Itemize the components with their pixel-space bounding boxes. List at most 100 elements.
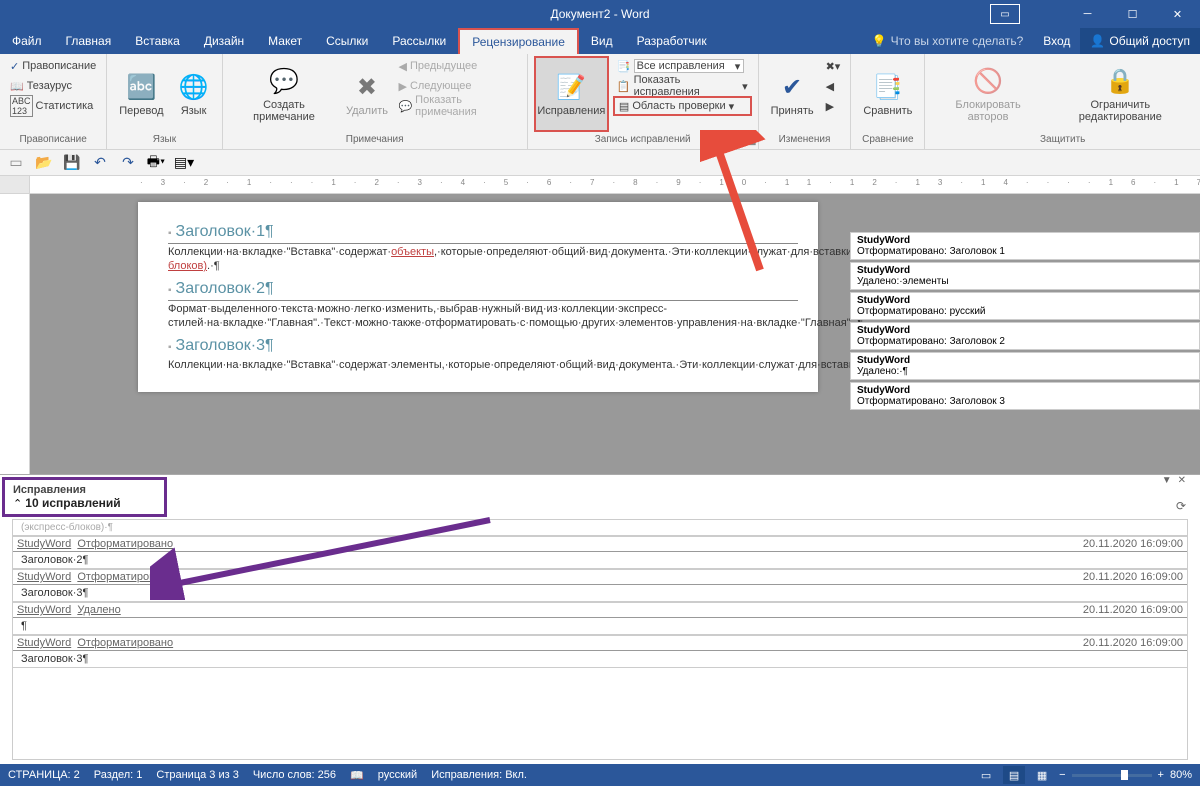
revision-content: Заголовок·3¶ <box>13 651 1187 668</box>
quickprint-icon[interactable]: 🖶▾ <box>146 153 166 173</box>
next-change-icon: ▶ <box>826 100 834 113</box>
tab-mailings[interactable]: Рассылки <box>380 28 458 54</box>
tell-me[interactable]: 💡Что вы хотите сделать? <box>862 34 1034 48</box>
translate-button[interactable]: 🔤 Перевод <box>113 56 169 132</box>
zoom-in-icon[interactable]: + <box>1158 769 1164 781</box>
status-pageof[interactable]: Страница 3 из 3 <box>156 769 238 781</box>
pane-dropdown-icon[interactable]: ▼ <box>1162 475 1172 486</box>
status-section[interactable]: Раздел: 1 <box>94 769 143 781</box>
balloon[interactable]: StudyWordОтформатировано: русский <box>850 292 1200 320</box>
new-doc-icon[interactable]: ▭ <box>6 153 26 173</box>
check-abc-icon: ✓ <box>10 60 19 73</box>
vertical-ruler[interactable] <box>0 194 30 474</box>
undo-icon[interactable]: ↶ <box>90 153 110 173</box>
show-markup-button[interactable]: 📋Показать исправления▾ <box>613 76 752 96</box>
tab-design[interactable]: Дизайн <box>192 28 256 54</box>
balloon[interactable]: StudyWordОтформатировано: Заголовок 3 <box>850 382 1200 410</box>
proof-icon[interactable]: 📖 <box>350 769 364 782</box>
pane-close-icon[interactable]: ✕ <box>1178 475 1186 486</box>
more-icon[interactable]: ▤▾ <box>174 153 194 173</box>
accept-button[interactable]: ✔ Принять <box>765 56 820 132</box>
ribbon: ✓Правописание 📖Тезаурус ABC123Статистика… <box>0 54 1200 150</box>
zoom-slider[interactable] <box>1072 774 1152 777</box>
reject-icon: ✖▾ <box>826 60 841 73</box>
tab-home[interactable]: Главная <box>54 28 124 54</box>
revision-row[interactable]: StudyWord Отформатировано20.11.2020 16:0… <box>13 569 1187 585</box>
tab-layout[interactable]: Макет <box>256 28 314 54</box>
redo-icon[interactable]: ↷ <box>118 153 138 173</box>
delete-icon: ✖ <box>351 71 383 103</box>
horizontal-ruler[interactable]: ·3·2·1···1·2·3·4·5·6·7·8·9·10·11·12·13·1… <box>30 176 1200 194</box>
minimize-button[interactable]: ─ <box>1065 0 1110 28</box>
next-icon: ▶ <box>398 80 406 93</box>
share-button[interactable]: 👤Общий доступ <box>1080 28 1200 54</box>
revision-row[interactable]: StudyWord Отформатировано20.11.2020 16:0… <box>13 635 1187 651</box>
language-button[interactable]: 🌐 Язык <box>172 56 216 132</box>
prev-change-button[interactable]: ◀ <box>822 76 845 96</box>
web-layout-icon[interactable]: ▦ <box>1031 766 1053 784</box>
save-icon[interactable]: 💾 <box>62 153 82 173</box>
status-page[interactable]: СТРАНИЦА: 2 <box>8 769 80 781</box>
reviewing-pane-button[interactable]: ▤Область проверки▾ <box>613 96 752 116</box>
block-authors-button[interactable]: 🚫 Блокировать авторов <box>931 56 1044 132</box>
show-comments-button[interactable]: 💬Показать примечания <box>394 96 520 116</box>
rev-partial: (экспресс-блоков)·¶ <box>13 520 1187 536</box>
maximize-button[interactable]: ☐ <box>1110 0 1155 28</box>
next-change-button[interactable]: ▶ <box>822 96 845 116</box>
delete-comment-button[interactable]: ✖ Удалить <box>341 56 392 132</box>
balloon[interactable]: StudyWordОтформатировано: Заголовок 2 <box>850 322 1200 350</box>
status-bar: СТРАНИЦА: 2 Раздел: 1 Страница 3 из 3 Чи… <box>0 764 1200 786</box>
document-page[interactable]: ▪Заголовок·1¶ Коллекции·на·вкладке·"Вста… <box>138 202 818 392</box>
restrict-editing-button[interactable]: 🔒 Ограничить редактирование <box>1047 56 1194 132</box>
pane-icon: ▤ <box>619 100 629 113</box>
revision-row[interactable]: StudyWord Удалено20.11.2020 16:09:00 <box>13 602 1187 618</box>
tab-file[interactable]: Файл <box>0 28 54 54</box>
heading-3: ▪Заголовок·3¶ <box>168 336 798 355</box>
display-for-review[interactable]: 📑Все исправления▾ <box>613 56 752 76</box>
collapse-icon[interactable]: ⌃ <box>13 498 22 510</box>
tab-references[interactable]: Ссылки <box>314 28 380 54</box>
tab-insert[interactable]: Вставка <box>123 28 192 54</box>
group-changes: ✔ Принять ✖▾ ◀ ▶ Изменения <box>759 54 852 149</box>
tab-developer[interactable]: Разработчик <box>625 28 719 54</box>
window-title: Документ2 - Word <box>550 7 649 21</box>
markup-balloons: StudyWordОтформатировано: Заголовок 1 St… <box>850 232 1200 412</box>
markup-icon: 📋 <box>617 80 631 93</box>
open-icon[interactable]: 📂 <box>34 153 54 173</box>
compare-button[interactable]: 📑 Сравнить <box>857 56 918 132</box>
spelling-button[interactable]: ✓Правописание <box>6 56 100 76</box>
prev-comment-button[interactable]: ◀Предыдущее <box>394 56 520 76</box>
close-button[interactable]: ✕ <box>1155 0 1200 28</box>
group-compare: 📑 Сравнить Сравнение <box>851 54 925 149</box>
revision-row[interactable]: StudyWord Отформатировано20.11.2020 16:0… <box>13 536 1187 552</box>
track-changes-button[interactable]: 📝 Исправления <box>534 56 609 132</box>
heading-2: ▪Заголовок·2¶ <box>168 279 798 298</box>
balloon[interactable]: StudyWordУдалено:·¶ <box>850 352 1200 380</box>
tab-view[interactable]: Вид <box>579 28 625 54</box>
status-words[interactable]: Число слов: 256 <box>253 769 336 781</box>
lock-icon: 🔒 <box>1104 65 1136 97</box>
comment-icon: 💬 <box>268 65 300 97</box>
accept-icon: ✔ <box>776 71 808 103</box>
reject-button[interactable]: ✖▾ <box>822 56 845 76</box>
balloon[interactable]: StudyWordОтформатировано: Заголовок 1 <box>850 232 1200 260</box>
status-language[interactable]: русский <box>378 769 417 781</box>
document-scroll[interactable]: ▪Заголовок·1¶ Коллекции·на·вкладке·"Вста… <box>30 194 1200 474</box>
thesaurus-button[interactable]: 📖Тезаурус <box>6 76 100 96</box>
next-comment-button[interactable]: ▶Следующее <box>394 76 520 96</box>
status-track[interactable]: Исправления: Вкл. <box>431 769 527 781</box>
ribbon-tabs: Файл Главная Вставка Дизайн Макет Ссылки… <box>0 28 1200 54</box>
login-button[interactable]: Вход <box>1033 34 1080 48</box>
read-mode-icon[interactable]: ▭ <box>975 766 997 784</box>
new-comment-button[interactable]: 💬 Создать примечание <box>229 56 340 132</box>
print-layout-icon[interactable]: ▤ <box>1003 766 1025 784</box>
revisions-list[interactable]: (экспресс-блоков)·¶ StudyWord Отформатир… <box>12 519 1188 760</box>
dialog-launcher-icon[interactable]: ◢ <box>749 136 756 147</box>
ribbon-options-icon[interactable]: ▭ <box>990 4 1020 24</box>
zoom-out-icon[interactable]: − <box>1059 769 1065 781</box>
refresh-icon[interactable]: ⟳ <box>1176 499 1186 513</box>
tab-review[interactable]: Рецензирование <box>458 28 579 54</box>
balloon[interactable]: StudyWordУдалено:·элементы <box>850 262 1200 290</box>
zoom-level[interactable]: 80% <box>1170 769 1192 781</box>
stats-button[interactable]: ABC123Статистика <box>6 96 100 116</box>
